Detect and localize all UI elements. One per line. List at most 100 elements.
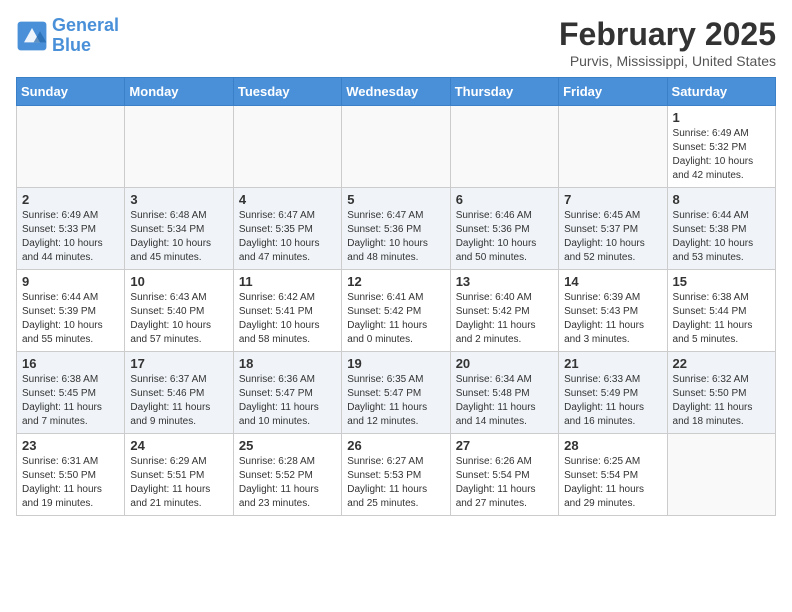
calendar-day-cell: 5 Sunrise: 6:47 AM Sunset: 5:36 PM Daylig… — [342, 188, 450, 270]
weekday-header: Thursday — [450, 78, 558, 106]
day-number: 2 — [22, 192, 119, 207]
day-info: Sunrise: 6:26 AM Sunset: 5:54 PM Dayligh… — [456, 455, 553, 511]
day-number: 5 — [347, 192, 444, 207]
day-info: Sunrise: 6:43 AM Sunset: 5:40 PM Dayligh… — [130, 291, 227, 347]
day-info: Sunrise: 6:25 AM Sunset: 5:54 PM Dayligh… — [564, 455, 661, 511]
calendar-day-cell — [342, 106, 450, 188]
calendar-day-cell: 13Sunrise: 6:40 AM Sunset: 5:42 PM Dayli… — [450, 270, 558, 352]
calendar-day-cell: 17 Sunrise: 6:37 AM Sunset: 5:46 PM Dayli… — [125, 352, 233, 434]
day-number: 10 — [130, 274, 227, 289]
day-info: Sunrise: 6:37 AM Sunset: 5:46 PM Dayligh… — [130, 373, 227, 429]
day-number: 26 — [347, 438, 444, 453]
calendar-day-cell: 10 Sunrise: 6:43 AM Sunset: 5:40 PM Dayli… — [125, 270, 233, 352]
weekday-header: Tuesday — [233, 78, 341, 106]
day-info: Sunrise: 6:47 AM Sunset: 5:36 PM Dayligh… — [347, 209, 444, 265]
calendar-day-cell: 28 Sunrise: 6:25 AM Sunset: 5:54 PM Dayli… — [559, 434, 667, 516]
day-number: 7 — [564, 192, 661, 207]
weekday-header: Monday — [125, 78, 233, 106]
calendar-day-cell — [125, 106, 233, 188]
location-title: Purvis, Mississippi, United States — [559, 53, 776, 69]
calendar-day-cell: 22 Sunrise: 6:32 AM Sunset: 5:50 PM Dayli… — [667, 352, 775, 434]
calendar-day-cell: 3 Sunrise: 6:48 AM Sunset: 5:34 PM Daylig… — [125, 188, 233, 270]
logo-icon — [16, 20, 48, 52]
day-number: 19 — [347, 356, 444, 371]
calendar-header-row: SundayMondayTuesdayWednesdayThursdayFrid… — [17, 78, 776, 106]
calendar-day-cell: 20 Sunrise: 6:34 AM Sunset: 5:48 PM Dayli… — [450, 352, 558, 434]
weekday-header: Sunday — [17, 78, 125, 106]
day-info: Sunrise: 6:47 AM Sunset: 5:35 PM Dayligh… — [239, 209, 336, 265]
day-number: 9 — [22, 274, 119, 289]
calendar-day-cell: 8Sunrise: 6:44 AM Sunset: 5:38 PM Daylig… — [667, 188, 775, 270]
calendar-day-cell: 19 Sunrise: 6:35 AM Sunset: 5:47 PM Dayli… — [342, 352, 450, 434]
day-info: Sunrise: 6:32 AM Sunset: 5:50 PM Dayligh… — [673, 373, 770, 429]
weekday-header: Wednesday — [342, 78, 450, 106]
day-number: 20 — [456, 356, 553, 371]
calendar-day-cell: 12 Sunrise: 6:41 AM Sunset: 5:42 PM Dayli… — [342, 270, 450, 352]
day-number: 13 — [456, 274, 553, 289]
weekday-header: Saturday — [667, 78, 775, 106]
day-info: Sunrise: 6:29 AM Sunset: 5:51 PM Dayligh… — [130, 455, 227, 511]
calendar-week-row: 1 Sunrise: 6:49 AM Sunset: 5:32 PM Daylig… — [17, 106, 776, 188]
day-info: Sunrise: 6:36 AM Sunset: 5:47 PM Dayligh… — [239, 373, 336, 429]
day-number: 27 — [456, 438, 553, 453]
day-info: Sunrise: 6:35 AM Sunset: 5:47 PM Dayligh… — [347, 373, 444, 429]
day-info: Sunrise: 6:38 AM Sunset: 5:44 PM Dayligh… — [673, 291, 770, 347]
calendar-day-cell: 15 Sunrise: 6:38 AM Sunset: 5:44 PM Dayli… — [667, 270, 775, 352]
calendar-day-cell: 26 Sunrise: 6:27 AM Sunset: 5:53 PM Dayli… — [342, 434, 450, 516]
calendar-week-row: 9 Sunrise: 6:44 AM Sunset: 5:39 PM Daylig… — [17, 270, 776, 352]
day-number: 4 — [239, 192, 336, 207]
calendar-day-cell — [233, 106, 341, 188]
day-number: 1 — [673, 110, 770, 125]
calendar-day-cell: 2Sunrise: 6:49 AM Sunset: 5:33 PM Daylig… — [17, 188, 125, 270]
day-number: 12 — [347, 274, 444, 289]
day-info: Sunrise: 6:39 AM Sunset: 5:43 PM Dayligh… — [564, 291, 661, 347]
day-info: Sunrise: 6:44 AM Sunset: 5:39 PM Dayligh… — [22, 291, 119, 347]
day-info: Sunrise: 6:28 AM Sunset: 5:52 PM Dayligh… — [239, 455, 336, 511]
day-number: 18 — [239, 356, 336, 371]
day-info: Sunrise: 6:42 AM Sunset: 5:41 PM Dayligh… — [239, 291, 336, 347]
calendar-day-cell: 7 Sunrise: 6:45 AM Sunset: 5:37 PM Daylig… — [559, 188, 667, 270]
calendar-day-cell: 4 Sunrise: 6:47 AM Sunset: 5:35 PM Daylig… — [233, 188, 341, 270]
day-number: 28 — [564, 438, 661, 453]
day-number: 17 — [130, 356, 227, 371]
month-title: February 2025 — [559, 16, 776, 53]
calendar-day-cell — [559, 106, 667, 188]
day-info: Sunrise: 6:45 AM Sunset: 5:37 PM Dayligh… — [564, 209, 661, 265]
calendar-day-cell: 6Sunrise: 6:46 AM Sunset: 5:36 PM Daylig… — [450, 188, 558, 270]
calendar-day-cell: 24 Sunrise: 6:29 AM Sunset: 5:51 PM Dayli… — [125, 434, 233, 516]
calendar-day-cell: 16Sunrise: 6:38 AM Sunset: 5:45 PM Dayli… — [17, 352, 125, 434]
calendar-day-cell: 1 Sunrise: 6:49 AM Sunset: 5:32 PM Daylig… — [667, 106, 775, 188]
day-info: Sunrise: 6:46 AM Sunset: 5:36 PM Dayligh… — [456, 209, 553, 265]
calendar: SundayMondayTuesdayWednesdayThursdayFrid… — [16, 77, 776, 516]
day-info: Sunrise: 6:49 AM Sunset: 5:32 PM Dayligh… — [673, 127, 770, 183]
calendar-day-cell: 25Sunrise: 6:28 AM Sunset: 5:52 PM Dayli… — [233, 434, 341, 516]
calendar-day-cell — [450, 106, 558, 188]
day-number: 15 — [673, 274, 770, 289]
day-info: Sunrise: 6:33 AM Sunset: 5:49 PM Dayligh… — [564, 373, 661, 429]
day-info: Sunrise: 6:48 AM Sunset: 5:34 PM Dayligh… — [130, 209, 227, 265]
day-number: 22 — [673, 356, 770, 371]
day-info: Sunrise: 6:27 AM Sunset: 5:53 PM Dayligh… — [347, 455, 444, 511]
title-area: February 2025 Purvis, Mississippi, Unite… — [559, 16, 776, 69]
calendar-day-cell: 18 Sunrise: 6:36 AM Sunset: 5:47 PM Dayli… — [233, 352, 341, 434]
calendar-day-cell: 23Sunrise: 6:31 AM Sunset: 5:50 PM Dayli… — [17, 434, 125, 516]
day-number: 11 — [239, 274, 336, 289]
day-number: 14 — [564, 274, 661, 289]
day-info: Sunrise: 6:41 AM Sunset: 5:42 PM Dayligh… — [347, 291, 444, 347]
day-number: 3 — [130, 192, 227, 207]
logo-line1: General — [52, 15, 119, 35]
day-info: Sunrise: 6:44 AM Sunset: 5:38 PM Dayligh… — [673, 209, 770, 265]
calendar-day-cell — [667, 434, 775, 516]
day-info: Sunrise: 6:34 AM Sunset: 5:48 PM Dayligh… — [456, 373, 553, 429]
calendar-day-cell: 11 Sunrise: 6:42 AM Sunset: 5:41 PM Dayli… — [233, 270, 341, 352]
day-number: 24 — [130, 438, 227, 453]
day-number: 21 — [564, 356, 661, 371]
calendar-day-cell: 9 Sunrise: 6:44 AM Sunset: 5:39 PM Daylig… — [17, 270, 125, 352]
day-number: 23 — [22, 438, 119, 453]
logo-text: General Blue — [52, 16, 119, 56]
calendar-day-cell: 21 Sunrise: 6:33 AM Sunset: 5:49 PM Dayli… — [559, 352, 667, 434]
calendar-week-row: 2Sunrise: 6:49 AM Sunset: 5:33 PM Daylig… — [17, 188, 776, 270]
day-number: 16 — [22, 356, 119, 371]
calendar-week-row: 23Sunrise: 6:31 AM Sunset: 5:50 PM Dayli… — [17, 434, 776, 516]
weekday-header: Friday — [559, 78, 667, 106]
